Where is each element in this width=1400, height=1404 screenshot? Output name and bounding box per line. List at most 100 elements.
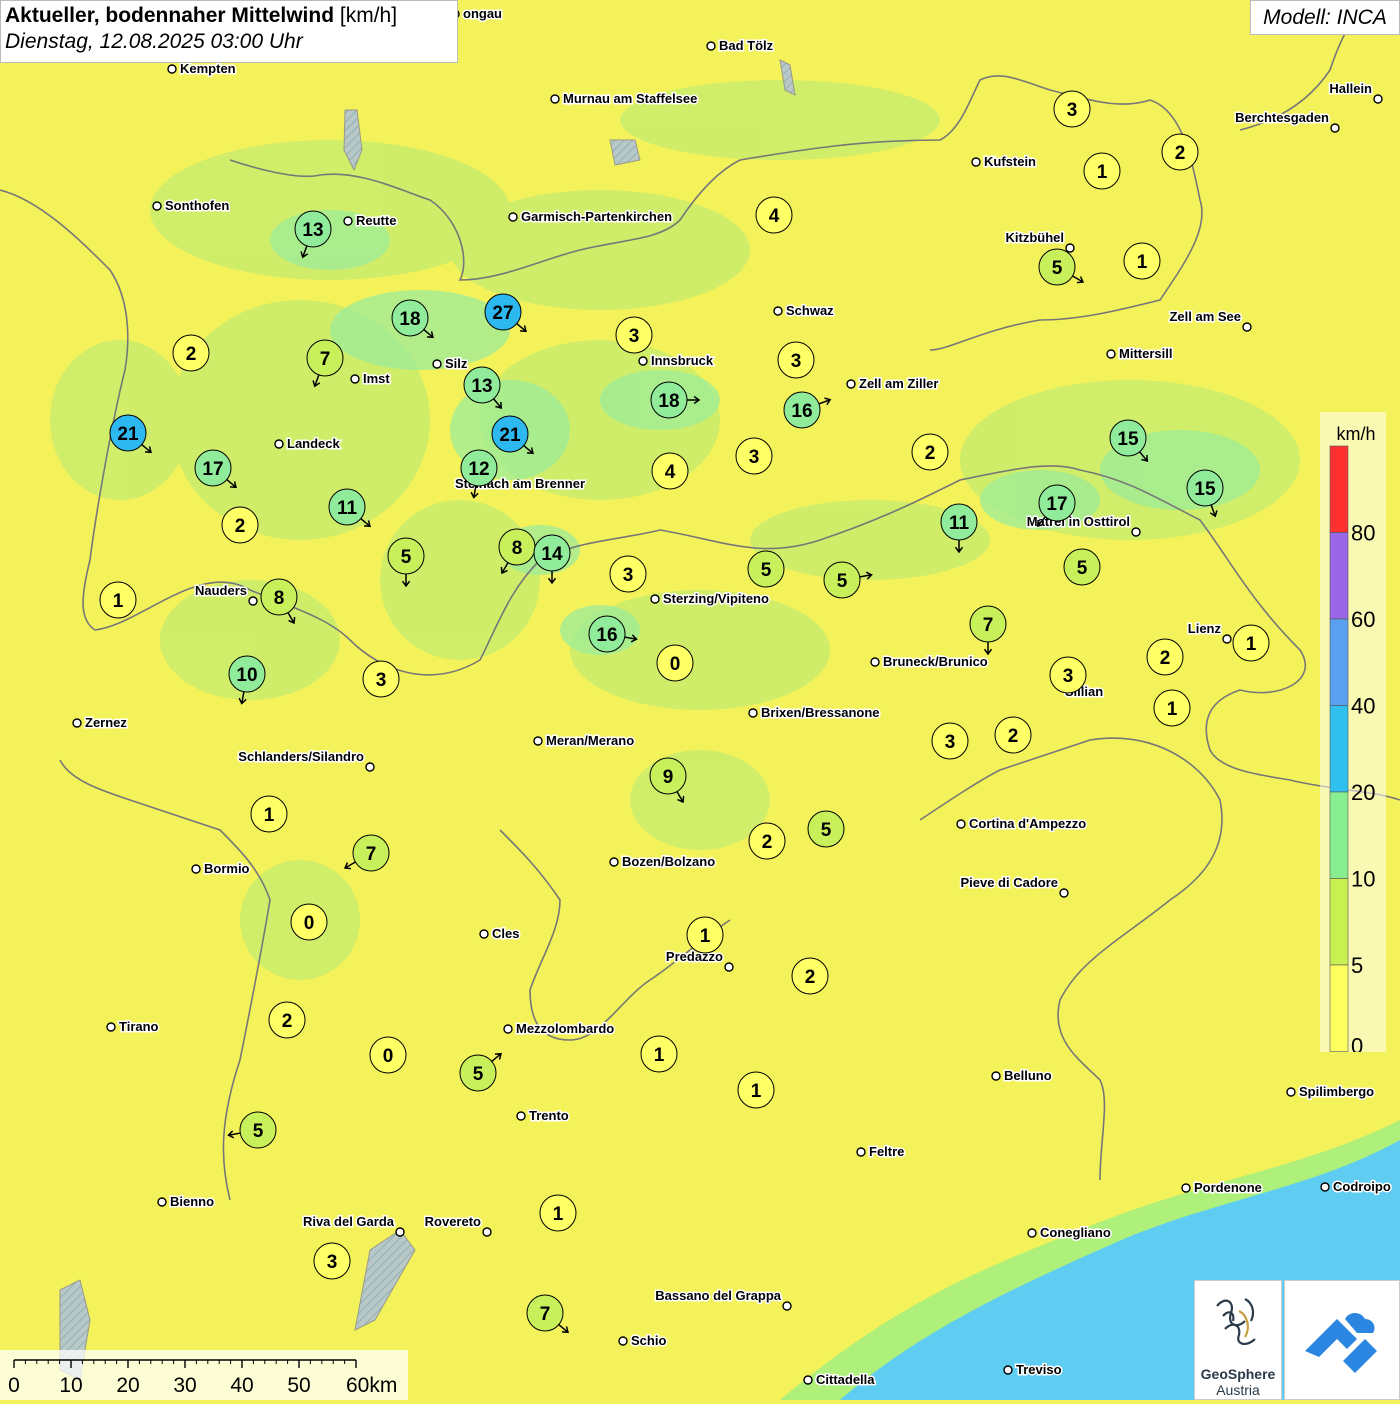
- city-label: Kempten: [180, 61, 236, 76]
- station-value: 3: [327, 1252, 338, 1273]
- wind-station: 1: [1083, 152, 1121, 190]
- legend-swatch: [1329, 964, 1349, 1052]
- station-value: 1: [1097, 162, 1108, 183]
- city-label: Sonthofen: [165, 198, 229, 213]
- city-label: Silz: [445, 356, 468, 371]
- wind-station: 2: [268, 1001, 306, 1039]
- city-label: Belluno: [1004, 1068, 1052, 1083]
- wind-station: 4: [755, 196, 793, 234]
- scale-label: 20: [116, 1374, 139, 1397]
- city-label: Bienno: [170, 1194, 214, 1209]
- scale-bar: 0 10 20 30 40 50 60km: [0, 1350, 408, 1400]
- city-label: ongau: [463, 6, 502, 21]
- city-marker: Mezzolombardo: [503, 1020, 616, 1038]
- station-value: 1: [1167, 699, 1178, 720]
- city-label: Lienz: [1188, 621, 1222, 636]
- station-value: 9: [663, 767, 674, 788]
- city-marker: Meran/Merano: [533, 732, 636, 750]
- title-unit: [km/h]: [339, 4, 398, 27]
- city-marker: Innsbruck: [638, 352, 715, 370]
- city-label: Schwaz: [786, 303, 834, 318]
- city-label: Treviso: [1016, 1362, 1062, 1377]
- station-value: 1: [1137, 252, 1148, 273]
- station-value: 1: [113, 591, 124, 612]
- wind-station: 0: [369, 1036, 407, 1074]
- wind-station: 3: [615, 316, 653, 354]
- legend-label: 20: [1351, 780, 1375, 805]
- city-label: Feltre: [869, 1144, 904, 1159]
- wind-station: 2: [1161, 133, 1199, 171]
- station-value: 5: [821, 820, 832, 841]
- city-label: Meran/Merano: [546, 733, 634, 748]
- station-value: 27: [492, 303, 513, 324]
- wind-station: 1: [250, 795, 288, 833]
- station-value: 15: [1194, 479, 1216, 500]
- title-text: Aktueller, bodennaher Mittelwind: [5, 4, 335, 27]
- city-marker: Spilimbergo: [1286, 1083, 1376, 1101]
- station-value: 1: [264, 805, 275, 826]
- wind-station: 3: [735, 437, 773, 475]
- city-label: Predazzo: [666, 949, 723, 964]
- station-value: 8: [274, 588, 285, 609]
- city-marker: Garmisch-Partenkirchen: [508, 208, 674, 226]
- city-marker: Bruneck/Brunico: [870, 653, 989, 671]
- station-value: 2: [1175, 143, 1186, 164]
- wind-station: 0: [290, 903, 328, 941]
- city-label: Bormio: [204, 861, 250, 876]
- legend-swatch: [1329, 618, 1349, 706]
- station-value: 16: [791, 401, 812, 422]
- wind-station: 1: [539, 1194, 577, 1232]
- wind-station: 3: [609, 555, 647, 593]
- legend-label: 40: [1351, 694, 1375, 719]
- city-label: Spilimbergo: [1299, 1084, 1374, 1099]
- station-value: 21: [117, 424, 139, 445]
- station-value: 18: [658, 391, 679, 412]
- station-value: 7: [366, 844, 377, 865]
- wind-station: 0: [656, 644, 694, 682]
- legend: km/h 80 60 40 20 10 5 0: [1320, 412, 1386, 1052]
- station-value: 5: [1052, 258, 1063, 279]
- city-marker: Pordenone: [1181, 1179, 1263, 1197]
- wind-station: 1: [1232, 624, 1270, 662]
- scale-label: 30: [173, 1374, 196, 1397]
- wind-station: 3: [777, 341, 815, 379]
- station-value: 5: [401, 547, 412, 568]
- city-label: Tirano: [119, 1019, 159, 1034]
- station-value: 1: [654, 1045, 665, 1066]
- wind-station: 5: [747, 550, 785, 588]
- station-value: 3: [623, 565, 634, 586]
- city-label: Hallein: [1329, 81, 1372, 96]
- city-label: Pordenone: [1194, 1180, 1262, 1195]
- city-label: Garmisch-Partenkirchen: [521, 209, 672, 224]
- wind-station: 2: [172, 334, 210, 372]
- legend-swatch: [1329, 705, 1349, 793]
- map-title: Aktueller, bodennaher Mittelwind [km/h]: [5, 4, 453, 28]
- wind-station: 1: [1123, 242, 1161, 280]
- legend-unit: km/h: [1336, 424, 1375, 444]
- city-label: Sterzing/Vipiteno: [663, 591, 769, 606]
- wind-station: 1: [99, 581, 137, 619]
- city-label: Pieve di Cadore: [960, 875, 1058, 890]
- wind-map: Kempten Bad Tölz Murnau am Staffelsee Halle…: [0, 0, 1400, 1400]
- city-label: Nauders: [195, 583, 247, 598]
- city-label: Berchtesgaden: [1235, 110, 1329, 125]
- city-label: Zernez: [85, 715, 127, 730]
- city-marker: Murnau am Staffelsee: [550, 90, 699, 108]
- wind-station: 3: [1049, 656, 1087, 694]
- station-value: 16: [596, 625, 617, 646]
- station-value: 7: [540, 1304, 551, 1325]
- station-value: 2: [1008, 726, 1019, 747]
- wind-station: 1: [686, 916, 724, 954]
- station-value: 10: [236, 665, 257, 686]
- city-label: Mezzolombardo: [516, 1021, 614, 1036]
- station-value: 0: [670, 654, 681, 675]
- station-value: 3: [749, 447, 760, 468]
- station-value: 3: [376, 670, 387, 691]
- station-value: 4: [665, 462, 676, 483]
- city-marker: Brixen/Bressanone: [748, 704, 881, 722]
- city-label: Conegliano: [1040, 1225, 1111, 1240]
- station-value: 11: [337, 498, 358, 519]
- scale-label: 60km: [346, 1374, 397, 1397]
- city-label: Innsbruck: [651, 353, 714, 368]
- city-label: Zell am Ziller: [859, 376, 938, 391]
